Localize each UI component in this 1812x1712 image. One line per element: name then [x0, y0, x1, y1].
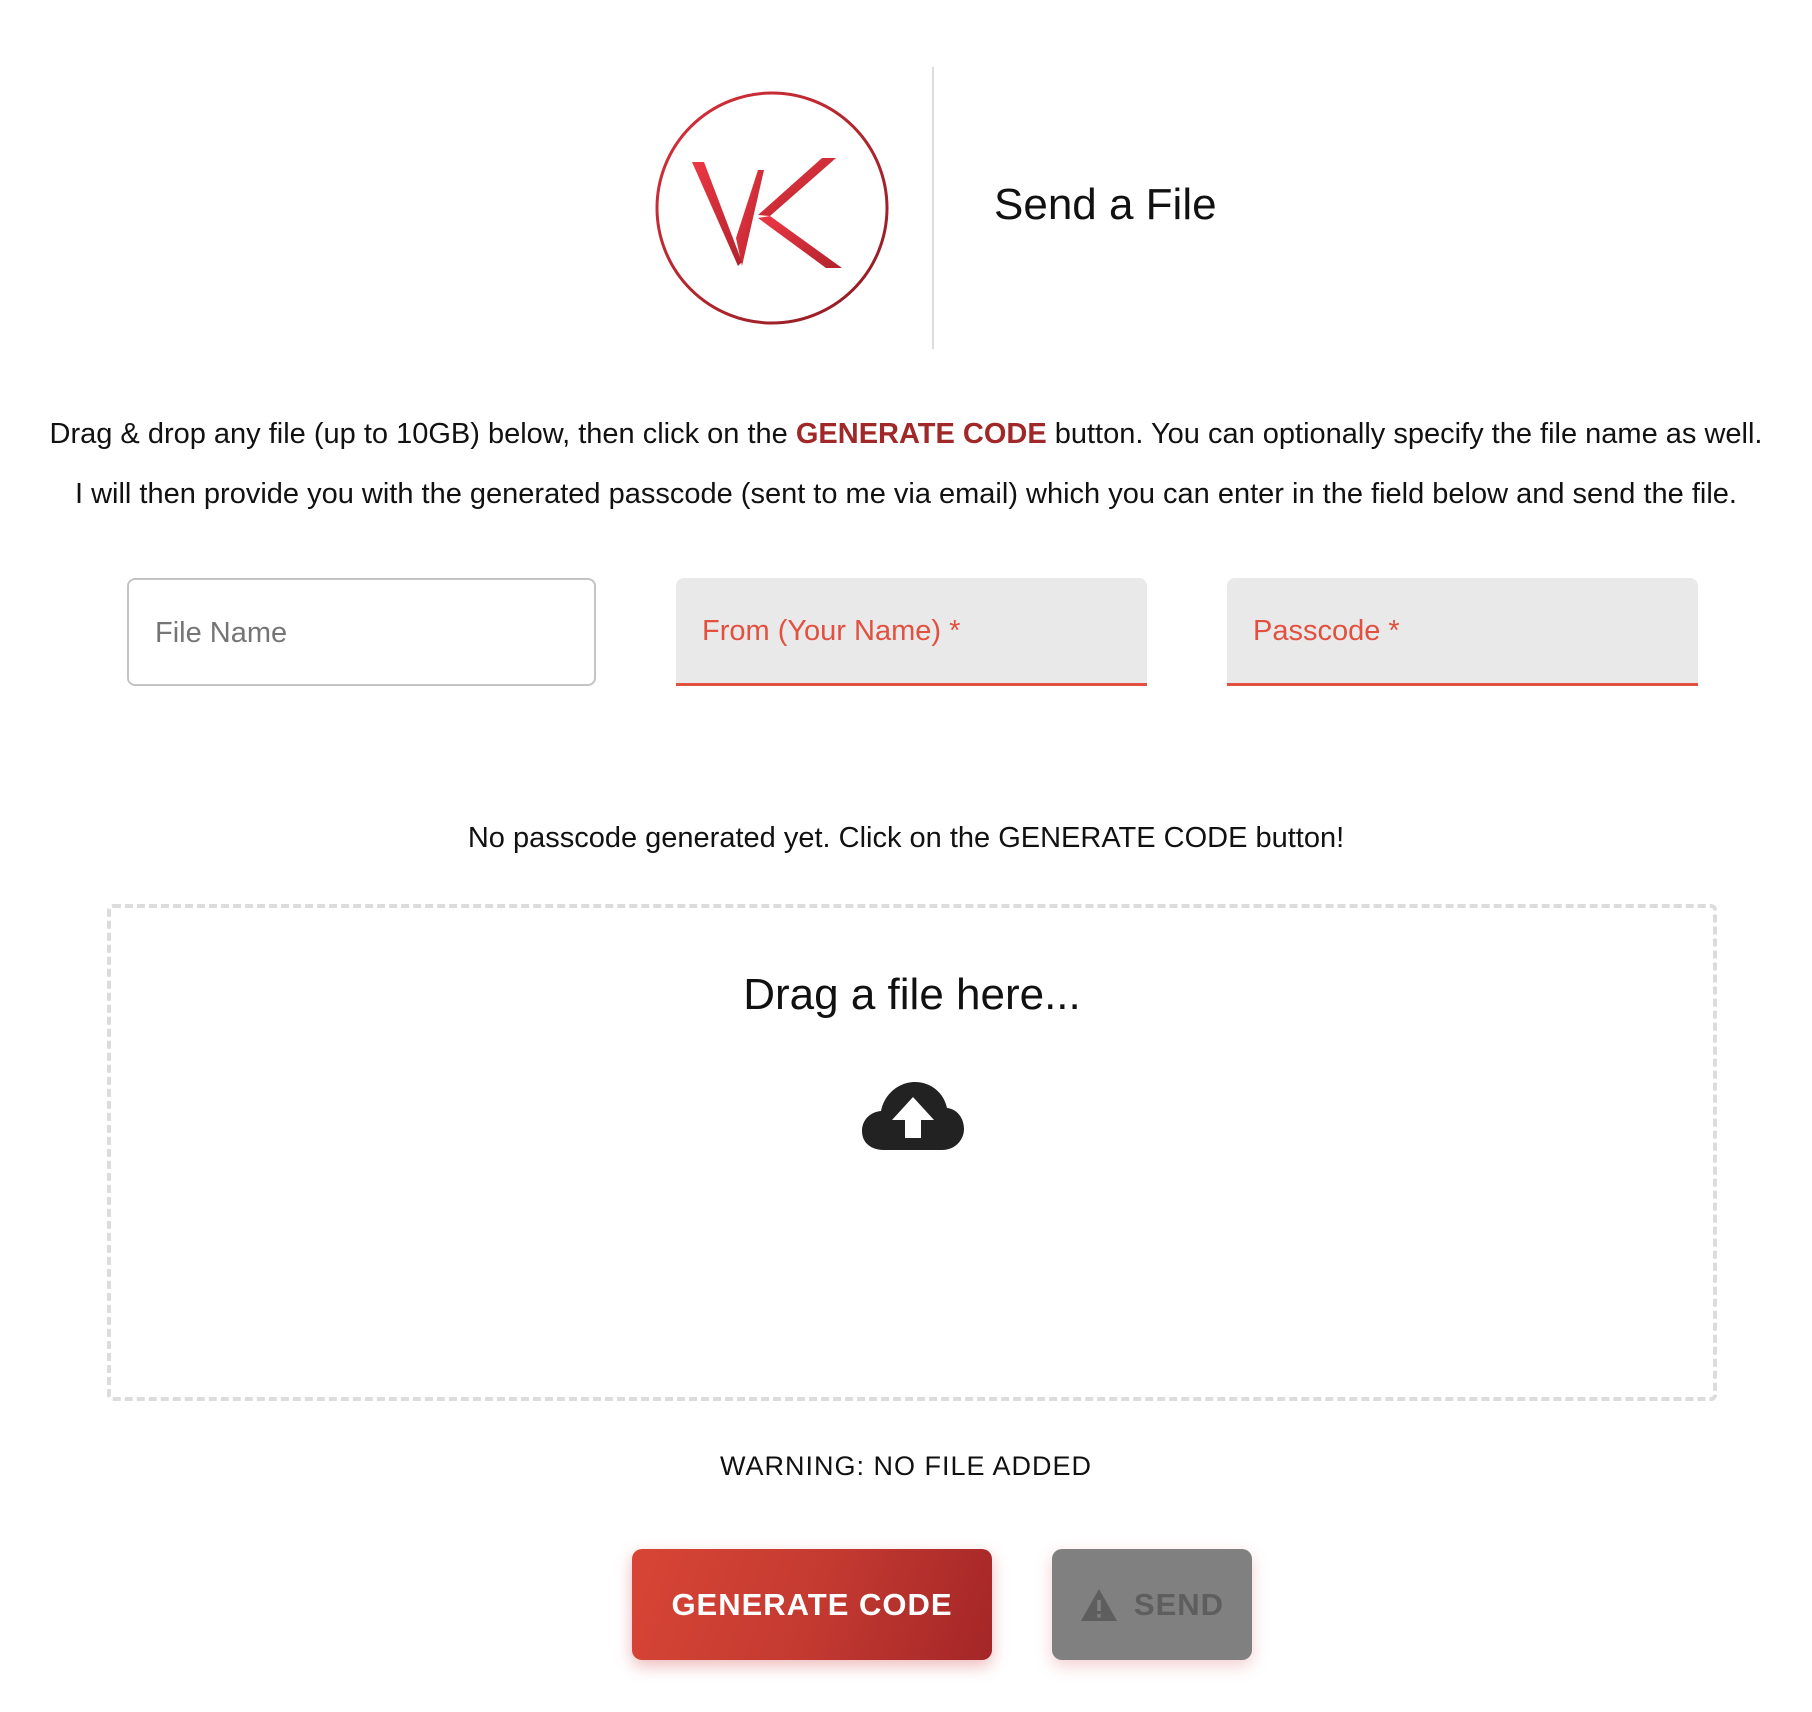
warning-icon: [1080, 1588, 1117, 1621]
generate-code-highlight: GENERATE CODE: [795, 418, 1047, 450]
header-divider: [932, 67, 934, 349]
send-label: SEND: [1133, 1586, 1225, 1622]
cloud-upload-icon: [862, 1082, 964, 1150]
file-name-label: File Name: [155, 617, 288, 649]
instructions-line-2: I will then provide you with the generat…: [74, 478, 1737, 510]
instructions-text: Drag & drop any file (up to 10GB) below,…: [49, 418, 796, 450]
send-button[interactable]: SEND: [1052, 1549, 1252, 1660]
header: Send a File: [0, 67, 1812, 349]
page-title: Send a File: [994, 180, 1217, 229]
passcode-field[interactable]: Passcode *: [1227, 578, 1698, 686]
generate-code-label: GENERATE CODE: [671, 1586, 953, 1622]
instructions: Drag & drop any file (up to 10GB) below,…: [0, 404, 1812, 524]
instructions-text: button. You can optionally specify the f…: [1046, 418, 1763, 450]
dropzone-prompt: Drag a file here...: [743, 970, 1081, 1019]
vk-logo: [655, 91, 889, 325]
warning-message: WARNING: NO FILE ADDED: [719, 1451, 1093, 1481]
file-dropzone[interactable]: Drag a file here...: [107, 904, 1717, 1401]
instructions-line-1: Drag & drop any file (up to 10GB) below,…: [0, 404, 1812, 464]
generate-code-button[interactable]: GENERATE CODE: [632, 1549, 992, 1660]
file-name-field[interactable]: File Name: [127, 578, 596, 686]
passcode-status: No passcode generated yet. Click on the …: [467, 822, 1345, 854]
passcode-label: Passcode *: [1253, 615, 1400, 647]
from-name-field[interactable]: From (Your Name) *: [676, 578, 1147, 686]
from-name-label: From (Your Name) *: [702, 615, 961, 647]
